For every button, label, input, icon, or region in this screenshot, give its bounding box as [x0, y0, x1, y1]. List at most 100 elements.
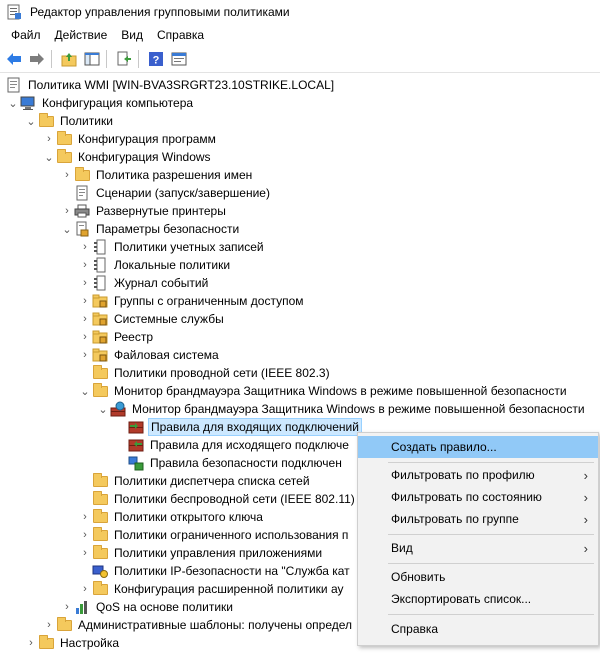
window-title: Редактор управления групповыми политикам…	[30, 5, 290, 19]
tree-item-wired-network[interactable]: Политики проводной сети (IEEE 802.3)	[78, 364, 332, 382]
tree-item-label: Политики диспетчера списка сетей	[114, 474, 310, 488]
menu-item-refresh[interactable]: Обновить	[358, 566, 598, 588]
tree-item-preferences[interactable]: › Настройка	[24, 634, 121, 652]
tree-item-label: Политики IP-безопасности на "Служба кат	[114, 564, 350, 578]
tree-item-admin-templates[interactable]: › Административные шаблоны: получены опр…	[42, 616, 354, 634]
chevron-right-icon[interactable]: ›	[78, 274, 92, 292]
tree-item-restricted-groups[interactable]: › Группы с ограниченным доступом	[78, 292, 306, 310]
policy-icon	[92, 275, 108, 291]
folder-icon	[74, 166, 90, 183]
menu-item-filter-by-group[interactable]: Фильтровать по группе ›	[358, 508, 598, 530]
chevron-right-icon[interactable]: ›	[60, 598, 74, 616]
menu-separator	[388, 614, 594, 615]
chevron-right-icon[interactable]: ›	[78, 544, 92, 562]
menu-item-filter-by-state[interactable]: Фильтровать по состоянию ›	[358, 486, 598, 508]
chevron-right-icon[interactable]: ›	[78, 292, 92, 310]
tree-item-event-log[interactable]: › Журнал событий	[78, 274, 210, 292]
tree-item-software-config[interactable]: › Конфигурация программ	[42, 130, 218, 148]
tree-item-security-settings[interactable]: ⌄ Параметры безопасности	[60, 220, 241, 238]
chevron-right-icon[interactable]: ›	[24, 634, 38, 652]
tree-item-label: Правила для входящих подключений	[148, 418, 362, 436]
tree-item-network-list[interactable]: Политики диспетчера списка сетей	[78, 472, 312, 490]
tree-item-software-restriction[interactable]: › Политики ограниченного использования п	[78, 526, 350, 544]
menu-separator	[388, 462, 594, 463]
folder-icon	[92, 382, 108, 399]
menu-item-label: Фильтровать по состоянию	[391, 490, 542, 504]
properties-icon[interactable]	[169, 49, 189, 69]
tree-item-inbound-rules[interactable]: Правила для входящих подключений	[114, 418, 362, 436]
chevron-right-icon[interactable]: ›	[78, 256, 92, 274]
chevron-right-icon[interactable]: ›	[78, 526, 92, 544]
tree-item-file-system[interactable]: › Файловая система	[78, 346, 221, 364]
menu-item-help[interactable]: Справка	[358, 618, 598, 640]
export-list-icon[interactable]	[114, 49, 134, 69]
tree-item-wmi-policy[interactable]: Политика WMI [WIN-BVA3SRGRT23.10STRIKE.L…	[6, 76, 336, 94]
menu-separator	[388, 563, 594, 564]
tree-item-registry[interactable]: › Реестр	[78, 328, 155, 346]
chevron-right-icon[interactable]: ›	[42, 616, 56, 634]
tree-item-qos[interactable]: › QoS на основе политики	[60, 598, 235, 616]
tree-item-windows-config[interactable]: ⌄ Конфигурация Windows	[42, 148, 213, 166]
context-menu: Создать правило... Фильтровать по профил…	[357, 432, 599, 646]
chevron-right-icon[interactable]: ›	[78, 508, 92, 526]
menu-file[interactable]: Файл	[4, 25, 48, 45]
tree-item-label: Правила для исходящего подключе	[150, 438, 349, 452]
qos-chart-icon	[74, 599, 90, 615]
security-settings-icon	[74, 221, 90, 237]
menu-action[interactable]: Действие	[48, 25, 115, 45]
tree-item-label: Правила безопасности подключен	[150, 456, 342, 470]
tree-item-firewall-monitor[interactable]: ⌄ Монитор брандмауэра Защитника Windows …	[96, 400, 587, 418]
chevron-down-icon[interactable]: ⌄	[24, 112, 38, 130]
chevron-down-icon[interactable]: ⌄	[78, 382, 92, 400]
forward-icon[interactable]	[27, 49, 47, 69]
menu-view[interactable]: Вид	[114, 25, 150, 45]
help-icon[interactable]: ?	[146, 49, 166, 69]
tree-item-firewall-folder[interactable]: ⌄ Монитор брандмауэра Защитника Windows …	[78, 382, 569, 400]
tree-item-connection-security[interactable]: Правила безопасности подключен	[114, 454, 344, 472]
chevron-right-icon: ›	[583, 489, 588, 505]
folder-icon	[56, 616, 72, 633]
chevron-down-icon[interactable]: ⌄	[96, 400, 110, 418]
tree-item-local-policies[interactable]: › Локальные политики	[78, 256, 232, 274]
menu-item-filter-by-profile[interactable]: Фильтровать по профилю ›	[358, 464, 598, 486]
tree-item-public-key[interactable]: › Политики открытого ключа	[78, 508, 265, 526]
tree-item-advanced-audit[interactable]: › Конфигурация расширенной политики ау	[78, 580, 346, 598]
menu-item-view[interactable]: Вид ›	[358, 537, 598, 559]
chevron-down-icon[interactable]: ⌄	[6, 94, 20, 112]
tree-item-wireless-network[interactable]: Политики беспроводной сети (IEEE 802.11)	[78, 490, 357, 508]
policy-icon	[92, 257, 108, 273]
menu-item-new-rule[interactable]: Создать правило...	[358, 436, 598, 458]
chevron-right-icon[interactable]: ›	[60, 166, 74, 184]
menu-item-label: Обновить	[391, 570, 446, 584]
menu-help[interactable]: Справка	[150, 25, 211, 45]
tree-item-name-resolution[interactable]: › Политика разрешения имен	[60, 166, 254, 184]
show-hide-tree-icon[interactable]	[82, 49, 102, 69]
chevron-right-icon[interactable]: ›	[78, 346, 92, 364]
tree-item-scripts[interactable]: Сценарии (запуск/завершение)	[60, 184, 272, 202]
tree-item-policies[interactable]: ⌄ Политики	[24, 112, 115, 130]
tree-item-ip-security[interactable]: Политики IP-безопасности на "Служба кат	[78, 562, 352, 580]
chevron-right-icon[interactable]: ›	[60, 202, 74, 220]
tree-item-outbound-rules[interactable]: Правила для исходящего подключе	[114, 436, 351, 454]
back-icon[interactable]	[4, 49, 24, 69]
menu-item-export-list[interactable]: Экспортировать список...	[358, 588, 598, 610]
tree-item-account-policies[interactable]: › Политики учетных записей	[78, 238, 266, 256]
chevron-right-icon[interactable]: ›	[78, 580, 92, 598]
chevron-down-icon[interactable]: ⌄	[42, 148, 56, 166]
folder-up-icon[interactable]	[59, 49, 79, 69]
chevron-down-icon[interactable]: ⌄	[60, 220, 74, 238]
tree-item-app-control[interactable]: › Политики управления приложениями	[78, 544, 324, 562]
folder-icon	[56, 130, 72, 147]
tree-item-label: Политики проводной сети (IEEE 802.3)	[114, 366, 330, 380]
tree-item-computer-config[interactable]: ⌄ Конфигурация компьютера	[6, 94, 195, 112]
printer-icon	[74, 203, 90, 219]
chevron-right-icon[interactable]: ›	[42, 130, 56, 148]
tree-item-system-services[interactable]: › Системные службы	[78, 310, 226, 328]
tree-item-printers[interactable]: › Развернутые принтеры	[60, 202, 228, 220]
menu-separator	[388, 534, 594, 535]
tree-item-label: Настройка	[60, 636, 120, 650]
menu-bar: Файл Действие Вид Справка	[0, 24, 600, 46]
chevron-right-icon[interactable]: ›	[78, 328, 92, 346]
chevron-right-icon[interactable]: ›	[78, 238, 92, 256]
chevron-right-icon[interactable]: ›	[78, 310, 92, 328]
